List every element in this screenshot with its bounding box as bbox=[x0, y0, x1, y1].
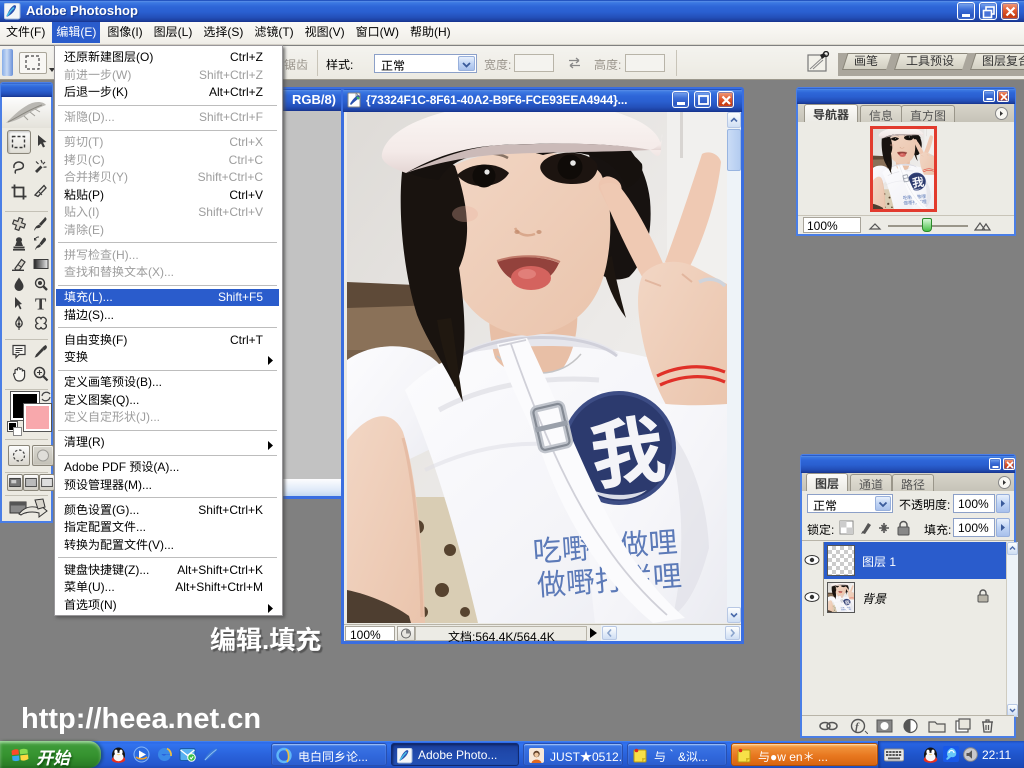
svg-text:T: T bbox=[35, 295, 47, 313]
svg-text:f: f bbox=[855, 721, 860, 733]
